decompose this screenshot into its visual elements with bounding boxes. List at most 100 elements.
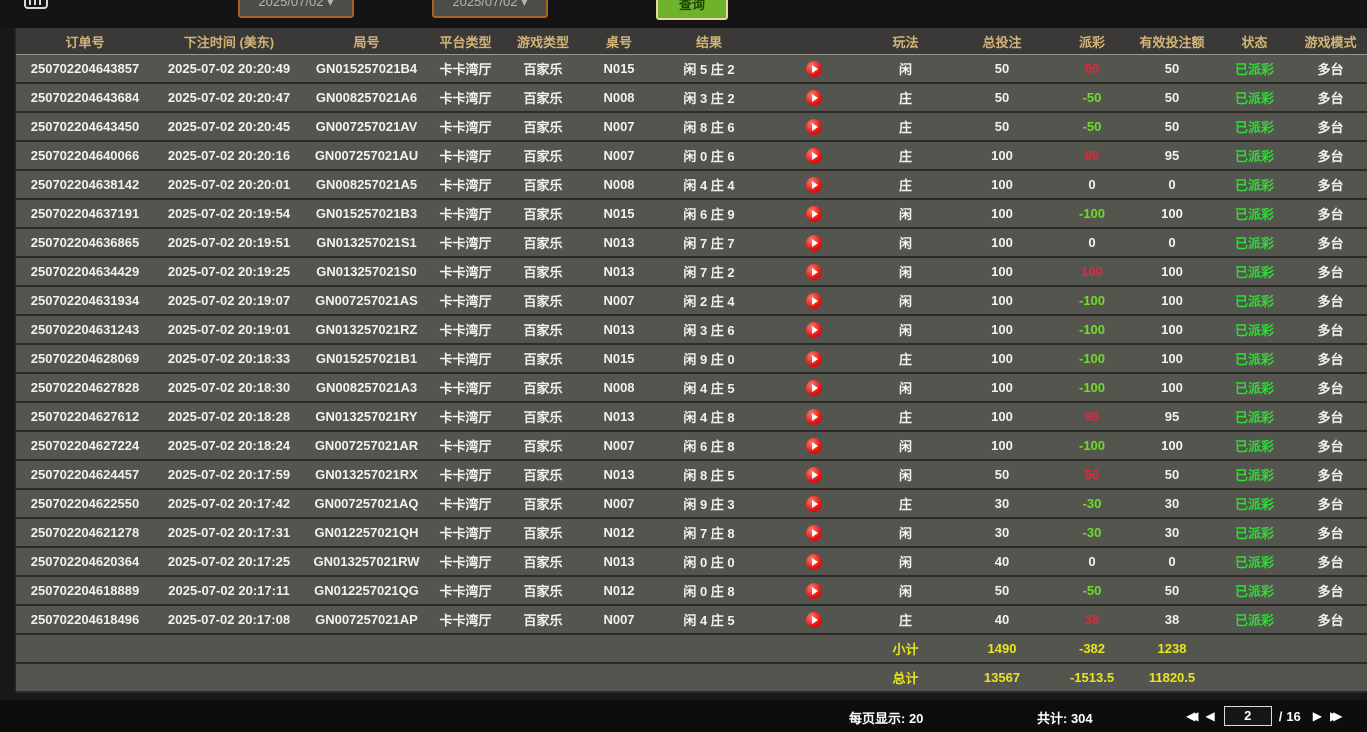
replay-play-icon[interactable] bbox=[806, 409, 822, 425]
cell-result: 闲 4 庄 8 bbox=[654, 407, 764, 426]
replay-play-icon[interactable] bbox=[806, 351, 822, 367]
search-button[interactable]: 查询 bbox=[656, 0, 728, 20]
cell-platform: 卡卡湾厅 bbox=[429, 146, 502, 165]
replay-play-icon[interactable] bbox=[806, 380, 822, 396]
cell-total-bet: 100 bbox=[947, 351, 1057, 366]
cell-valid-bet: 100 bbox=[1127, 322, 1217, 337]
cell-game-mode: 多台 bbox=[1292, 146, 1367, 165]
cell-order-no: 250702204618496 bbox=[16, 612, 154, 627]
prev-page-button[interactable]: ◀ bbox=[1201, 704, 1218, 728]
cell-table-no: N012 bbox=[584, 525, 654, 540]
cell-table-no: N015 bbox=[584, 206, 654, 221]
cell-bet-time: 2025-07-02 20:19:07 bbox=[154, 293, 304, 308]
replay-play-icon[interactable] bbox=[806, 61, 822, 77]
cell-total-bet: 30 bbox=[947, 496, 1057, 511]
cell-payout: -30 bbox=[1057, 496, 1127, 511]
cell-bet-side: 闲 bbox=[864, 581, 947, 600]
cell-valid-bet: 30 bbox=[1127, 525, 1217, 540]
replay-play-icon[interactable] bbox=[806, 583, 822, 599]
cell-table-no: N008 bbox=[584, 90, 654, 105]
cell-bet-time: 2025-07-02 20:20:47 bbox=[154, 90, 304, 105]
cell-bet-side: 庄 bbox=[864, 407, 947, 426]
table-row: 2507022046438572025-07-02 20:20:49GN0152… bbox=[16, 55, 1367, 84]
replay-play-icon[interactable] bbox=[806, 177, 822, 193]
calendar-icon[interactable] bbox=[24, 0, 48, 9]
cell-valid-bet: 100 bbox=[1127, 380, 1217, 395]
cell-game-type: 百家乐 bbox=[502, 204, 584, 223]
replay-play-icon[interactable] bbox=[806, 90, 822, 106]
cell-status: 已派彩 bbox=[1217, 88, 1292, 107]
cell-table-no: N015 bbox=[584, 351, 654, 366]
replay-play-icon[interactable] bbox=[806, 264, 822, 280]
cell-valid-bet: 95 bbox=[1127, 409, 1217, 424]
table-row: 2507022046203642025-07-02 20:17:25GN0132… bbox=[16, 548, 1367, 577]
cell-result: 闲 9 庄 3 bbox=[654, 494, 764, 513]
cell-game-mode: 多台 bbox=[1292, 88, 1367, 107]
cell-game-type: 百家乐 bbox=[502, 465, 584, 484]
cell-bet-side: 闲 bbox=[864, 436, 947, 455]
cell-result: 闲 2 庄 4 bbox=[654, 291, 764, 310]
total-pages-label: 16 bbox=[1286, 709, 1300, 724]
last-page-button[interactable]: ▶▶ bbox=[1326, 704, 1345, 728]
cell-order-no: 250702204634429 bbox=[16, 264, 154, 279]
col-bet-time: 下注时间 (美东) bbox=[154, 32, 304, 51]
cell-total-bet: 100 bbox=[947, 380, 1057, 395]
cell-round-id: GN013257021S1 bbox=[304, 235, 429, 250]
table-row: 2507022046368652025-07-02 20:19:51GN0132… bbox=[16, 229, 1367, 258]
replay-play-icon[interactable] bbox=[806, 235, 822, 251]
col-round-id: 局号 bbox=[304, 32, 429, 51]
cell-replay bbox=[764, 350, 864, 367]
col-status: 状态 bbox=[1217, 32, 1292, 51]
cell-game-type: 百家乐 bbox=[502, 59, 584, 78]
cell-order-no: 250702204637191 bbox=[16, 206, 154, 221]
cell-bet-time: 2025-07-02 20:19:51 bbox=[154, 235, 304, 250]
replay-play-icon[interactable] bbox=[806, 119, 822, 135]
cell-order-no: 250702204638142 bbox=[16, 177, 154, 192]
cell-platform: 卡卡湾厅 bbox=[429, 320, 502, 339]
cell-payout: -100 bbox=[1057, 351, 1127, 366]
date-from-button[interactable]: 2025/07/02 ▾ bbox=[238, 0, 354, 18]
cell-order-no: 250702204620364 bbox=[16, 554, 154, 569]
cell-total-bet: 100 bbox=[947, 235, 1057, 250]
replay-play-icon[interactable] bbox=[806, 496, 822, 512]
cell-valid-bet: 50 bbox=[1127, 90, 1217, 105]
cell-bet-time: 2025-07-02 20:20:49 bbox=[154, 61, 304, 76]
cell-round-id: GN015257021B4 bbox=[304, 61, 429, 76]
replay-play-icon[interactable] bbox=[806, 554, 822, 570]
replay-play-icon[interactable] bbox=[806, 525, 822, 541]
cell-table-no: N007 bbox=[584, 293, 654, 308]
cell-valid-bet: 0 bbox=[1127, 554, 1217, 569]
cell-platform: 卡卡湾厅 bbox=[429, 436, 502, 455]
cell-round-id: GN013257021RZ bbox=[304, 322, 429, 337]
cell-round-id: GN013257021RX bbox=[304, 467, 429, 482]
cell-bet-side: 闲 bbox=[864, 204, 947, 223]
table-row: 2507022046278282025-07-02 20:18:30GN0082… bbox=[16, 374, 1367, 403]
replay-play-icon[interactable] bbox=[806, 467, 822, 483]
replay-play-icon[interactable] bbox=[806, 438, 822, 454]
replay-play-icon[interactable] bbox=[806, 322, 822, 338]
first-page-button[interactable]: ◀◀ bbox=[1182, 704, 1201, 728]
cell-bet-side: 闲 bbox=[864, 233, 947, 252]
cell-game-mode: 多台 bbox=[1292, 349, 1367, 368]
replay-play-icon[interactable] bbox=[806, 612, 822, 628]
cell-table-no: N007 bbox=[584, 438, 654, 453]
cell-result: 闲 9 庄 0 bbox=[654, 349, 764, 368]
total-valid-bet: 11820.5 bbox=[1127, 670, 1217, 685]
cell-payout: 0 bbox=[1057, 554, 1127, 569]
cell-game-type: 百家乐 bbox=[502, 436, 584, 455]
cell-total-bet: 50 bbox=[947, 583, 1057, 598]
cell-payout: -100 bbox=[1057, 322, 1127, 337]
cell-payout: 95 bbox=[1057, 409, 1127, 424]
next-page-button[interactable]: ▶ bbox=[1309, 704, 1326, 728]
cell-payout: -100 bbox=[1057, 438, 1127, 453]
cell-replay bbox=[764, 553, 864, 570]
replay-play-icon[interactable] bbox=[806, 206, 822, 222]
date-to-button[interactable]: 2025/07/02 ▾ bbox=[432, 0, 548, 18]
table-row: 2507022046434502025-07-02 20:20:45GN0072… bbox=[16, 113, 1367, 142]
cell-replay bbox=[764, 408, 864, 425]
cell-table-no: N007 bbox=[584, 496, 654, 511]
replay-play-icon[interactable] bbox=[806, 293, 822, 309]
replay-play-icon[interactable] bbox=[806, 148, 822, 164]
page-input[interactable]: 2 bbox=[1224, 706, 1272, 726]
table-row: 2507022046244572025-07-02 20:17:59GN0132… bbox=[16, 461, 1367, 490]
